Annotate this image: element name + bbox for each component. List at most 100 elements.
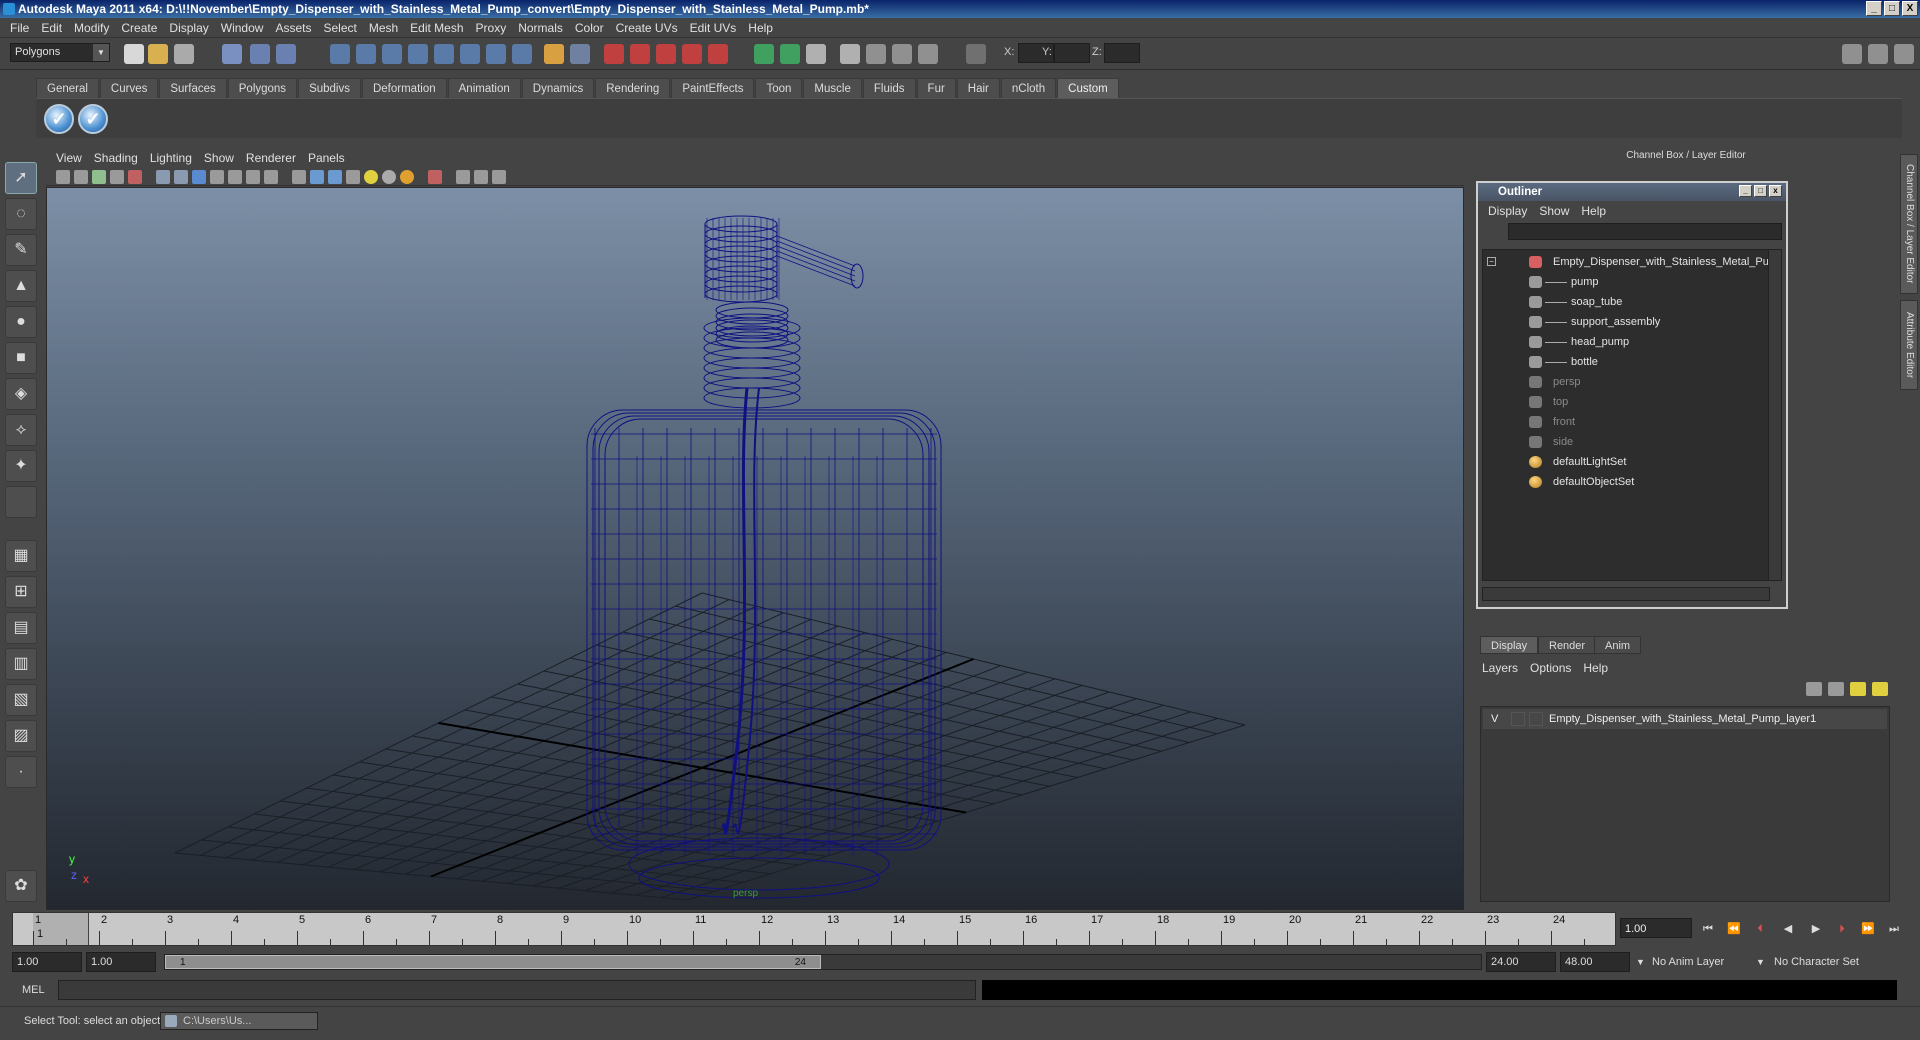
menu-edit-uvs[interactable]: Edit UVs bbox=[684, 18, 743, 38]
menu-proxy[interactable]: Proxy bbox=[470, 18, 513, 38]
persp-outliner-layout-icon[interactable]: ▤ bbox=[5, 612, 37, 644]
shelf-tab-fluids[interactable]: Fluids bbox=[862, 78, 916, 98]
maximize-button[interactable]: □ bbox=[1884, 1, 1900, 16]
shelf-tab-deformation[interactable]: Deformation bbox=[361, 78, 447, 98]
textured-icon[interactable] bbox=[346, 170, 360, 184]
wireframe-icon[interactable] bbox=[292, 170, 306, 184]
camera-select-icon[interactable] bbox=[56, 170, 70, 184]
construction-history-icon[interactable] bbox=[682, 44, 702, 64]
shadows-icon[interactable] bbox=[382, 170, 396, 184]
safe-action-icon[interactable] bbox=[246, 170, 260, 184]
move-layer-down-icon[interactable] bbox=[1828, 682, 1844, 696]
film-gate-icon[interactable] bbox=[174, 170, 188, 184]
perspective-viewport[interactable]: y z x persp bbox=[46, 187, 1464, 910]
shelf-tab-general[interactable]: General bbox=[36, 78, 99, 98]
camera-attributes-icon[interactable] bbox=[74, 170, 88, 184]
attribute-editor-toggle-icon[interactable] bbox=[1894, 44, 1914, 64]
shelf-tab-subdivs[interactable]: Subdivs bbox=[298, 78, 361, 98]
outliner-filter-input[interactable] bbox=[1508, 223, 1782, 240]
layer-tab-render[interactable]: Render bbox=[1538, 636, 1597, 654]
select-hierarchy-icon[interactable] bbox=[222, 44, 242, 64]
mel-label[interactable]: MEL bbox=[22, 982, 45, 998]
step-forward-key-icon[interactable]: ⏩ bbox=[1858, 920, 1878, 938]
channel-box-toggle-icon[interactable] bbox=[1868, 44, 1888, 64]
playback-start-field[interactable]: 1.00 bbox=[86, 952, 156, 972]
shelf-tab-painteffects[interactable]: PaintEffects bbox=[671, 78, 755, 98]
collapse-toggle-icon[interactable]: − bbox=[1487, 257, 1496, 266]
menu-modify[interactable]: Modify bbox=[68, 18, 115, 38]
snap-live-icon[interactable] bbox=[460, 44, 480, 64]
layer-color-swatch[interactable] bbox=[1529, 712, 1543, 726]
single-perspective-layout-icon[interactable]: ▦ bbox=[5, 540, 37, 572]
range-slider-handle[interactable]: 1 24 bbox=[165, 955, 821, 969]
script-editor-icon[interactable] bbox=[918, 44, 938, 64]
menu-edit[interactable]: Edit bbox=[35, 18, 68, 38]
high-quality-icon[interactable] bbox=[400, 170, 414, 184]
outliner-menu-help[interactable]: Help bbox=[1575, 201, 1612, 221]
ipr-render-icon[interactable] bbox=[780, 44, 800, 64]
history-on-icon[interactable] bbox=[630, 44, 650, 64]
smooth-shade-icon[interactable] bbox=[310, 170, 324, 184]
range-slider[interactable]: 1 24 bbox=[164, 954, 1482, 970]
two-d-pan-icon[interactable] bbox=[128, 170, 142, 184]
outliner-item-pump[interactable]: pump bbox=[1483, 272, 1769, 292]
shelf-check-button-2[interactable]: ✓ bbox=[78, 104, 108, 134]
shelf-tab-ncloth[interactable]: nCloth bbox=[1000, 78, 1057, 98]
layer-tab-display[interactable]: Display bbox=[1480, 636, 1539, 654]
lock-icon[interactable] bbox=[544, 44, 564, 64]
outliner-item-default-light-set[interactable]: defaultLightSet bbox=[1483, 452, 1769, 472]
menu-color[interactable]: Color bbox=[569, 18, 610, 38]
snap-curve-icon[interactable] bbox=[356, 44, 376, 64]
y-field[interactable] bbox=[1054, 43, 1090, 63]
snap-point-icon[interactable] bbox=[382, 44, 402, 64]
outliner-close-button[interactable]: x bbox=[1769, 185, 1782, 197]
soft-mod-tool-icon[interactable]: ⟡ bbox=[5, 414, 37, 446]
magnet-icon[interactable] bbox=[708, 44, 728, 64]
select-component-icon[interactable] bbox=[276, 44, 296, 64]
shelf-tab-muscle[interactable]: Muscle bbox=[803, 78, 862, 98]
viewport-menu-shading[interactable]: Shading bbox=[88, 148, 144, 168]
step-back-key-icon[interactable]: ⏪ bbox=[1724, 920, 1744, 938]
outliner-maximize-button[interactable]: □ bbox=[1754, 185, 1767, 197]
minimize-button[interactable]: _ bbox=[1866, 1, 1882, 16]
select-tool-icon[interactable]: ➚ bbox=[5, 162, 37, 194]
snap-plane-icon[interactable] bbox=[408, 44, 428, 64]
shelf-tab-polygons[interactable]: Polygons bbox=[227, 78, 298, 98]
menu-create[interactable]: Create bbox=[115, 18, 163, 38]
layout-icon[interactable] bbox=[1842, 44, 1862, 64]
outliner-item-persp[interactable]: persp bbox=[1483, 372, 1769, 392]
bookmark-icon[interactable] bbox=[92, 170, 106, 184]
shelf-tab-animation[interactable]: Animation bbox=[447, 78, 521, 98]
scale-tool-icon[interactable]: ■ bbox=[5, 342, 37, 374]
paint-select-tool-icon[interactable]: ✎ bbox=[5, 234, 37, 266]
menu-set-dropdown[interactable]: Polygons ▼ bbox=[10, 43, 110, 62]
menu-create-uvs[interactable]: Create UVs bbox=[610, 18, 684, 38]
shelf-check-button-1[interactable]: ✓ bbox=[44, 104, 74, 134]
outliner-item-soap-tube[interactable]: soap_tube bbox=[1483, 292, 1769, 312]
menu-select[interactable]: Select bbox=[317, 18, 362, 38]
viewport-menu-show[interactable]: Show bbox=[198, 148, 240, 168]
move-tool-icon[interactable]: ▲ bbox=[5, 270, 37, 302]
animation-end-field[interactable]: 48.00 bbox=[1560, 952, 1630, 972]
menu-display[interactable]: Display bbox=[163, 18, 214, 38]
gate-mask-icon[interactable] bbox=[210, 170, 224, 184]
outliner-item-bottle[interactable]: bottle bbox=[1483, 352, 1769, 372]
layer-template-toggle[interactable] bbox=[1511, 712, 1525, 726]
current-time-marker[interactable]: 1 bbox=[33, 913, 89, 945]
rotate-tool-icon[interactable]: ● bbox=[5, 306, 37, 338]
resolution-gate-icon[interactable] bbox=[192, 170, 206, 184]
selection-constraint-icon[interactable] bbox=[570, 44, 590, 64]
shelf-tab-fur[interactable]: Fur bbox=[916, 78, 956, 98]
side-tab-attribute-editor[interactable]: Attribute Editor bbox=[1900, 300, 1918, 390]
shelf-tab-surfaces[interactable]: Surfaces bbox=[159, 78, 227, 98]
outliner-item-top[interactable]: top bbox=[1483, 392, 1769, 412]
close-button[interactable]: X bbox=[1902, 1, 1918, 16]
move-layer-up-icon[interactable] bbox=[1806, 682, 1822, 696]
minimized-window-button[interactable]: C:\Users\Us... bbox=[160, 1012, 318, 1030]
outliner-item-side[interactable]: side bbox=[1483, 432, 1769, 452]
outliner-vertical-scrollbar[interactable] bbox=[1768, 249, 1782, 581]
outliner-icon[interactable] bbox=[892, 44, 912, 64]
xray-joints-icon[interactable] bbox=[474, 170, 488, 184]
layer-menu-help[interactable]: Help bbox=[1577, 658, 1614, 678]
go-to-end-icon[interactable]: ⏭ bbox=[1884, 920, 1904, 938]
